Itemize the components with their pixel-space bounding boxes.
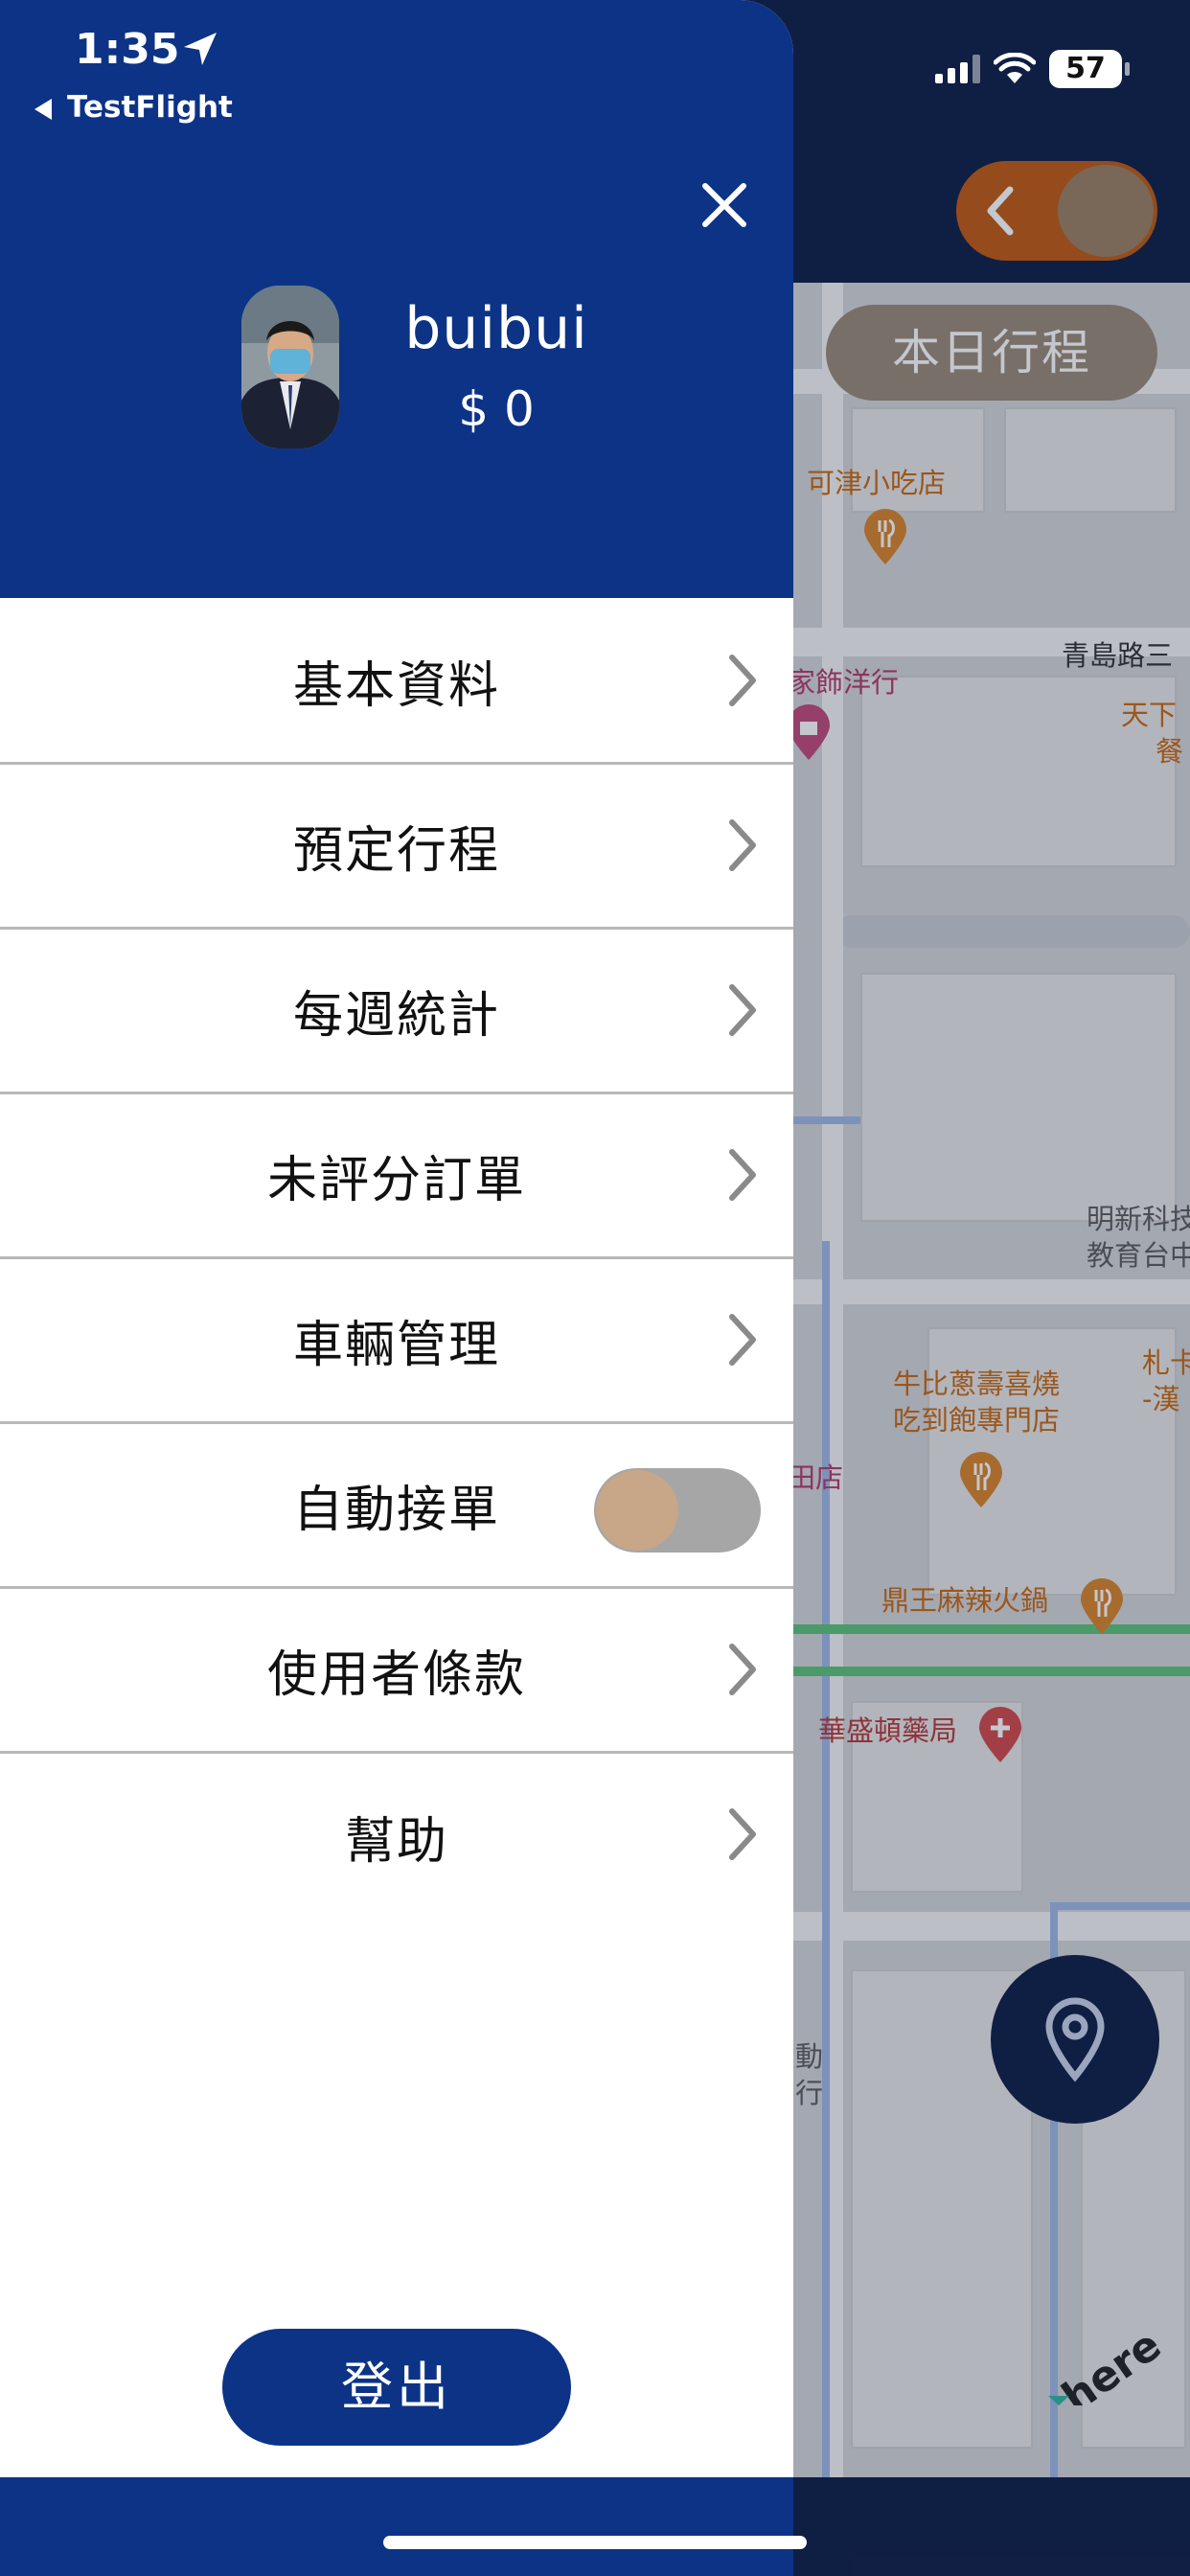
back-triangle-icon [34, 98, 52, 120]
toggle-knob [596, 1470, 678, 1551]
username: buibui [404, 295, 588, 362]
chevron-right-icon [729, 1644, 756, 1695]
chevron-right-icon [729, 1149, 756, 1201]
back-to-app-link[interactable]: TestFlight [34, 90, 233, 125]
menu-item-unrated-orders[interactable]: 未評分訂單 [0, 1094, 793, 1259]
menu-item-label: 每週統計 [292, 987, 500, 1045]
menu-item-label: 幫助 [344, 1812, 448, 1871]
auto-accept-toggle[interactable] [594, 1468, 761, 1552]
menu-item-auto-accept: 自動接單 [0, 1424, 793, 1589]
battery-indicator: 57 [1049, 50, 1130, 88]
cellular-signal-icon [935, 55, 980, 83]
menu-item-help[interactable]: 幫助 [0, 1754, 793, 1919]
menu-item-label: 預定行程 [292, 822, 500, 880]
close-icon[interactable] [696, 176, 753, 234]
menu-item-weekly-stats[interactable]: 每週統計 [0, 930, 793, 1094]
logout-button[interactable]: 登出 [222, 2329, 571, 2446]
menu-item-label: 車輛管理 [292, 1317, 500, 1374]
back-app-label: TestFlight [67, 90, 233, 125]
menu-item-scheduled-trips[interactable]: 預定行程 [0, 765, 793, 930]
drawer-menu: 基本資料 預定行程 每週統計 未評分訂單 車輛管理 自動接單 使用者條款 幫助 [0, 600, 793, 1919]
menu-item-label: 自動接單 [292, 1482, 500, 1539]
menu-item-label: 基本資料 [292, 657, 500, 715]
home-indicator[interactable] [383, 2536, 807, 2549]
menu-item-label: 使用者條款 [266, 1646, 526, 1704]
status-time: 1:35 [75, 25, 180, 74]
chevron-right-icon [729, 984, 756, 1036]
chevron-right-icon [729, 819, 756, 871]
menu-item-terms[interactable]: 使用者條款 [0, 1589, 793, 1754]
menu-item-profile[interactable]: 基本資料 [0, 600, 793, 765]
chevron-right-icon [729, 1808, 756, 1860]
chevron-right-icon [729, 655, 756, 706]
location-arrow-icon [184, 33, 217, 65]
status-icons: 57 [935, 50, 1130, 88]
drawer-footer [0, 2477, 793, 2576]
menu-item-label: 未評分訂單 [266, 1152, 526, 1209]
side-drawer: buibui $ 0 基本資料 預定行程 每週統計 未評分訂單 車輛管理 自動接… [0, 0, 793, 2576]
wifi-icon [994, 53, 1036, 83]
chevron-right-icon [729, 1314, 756, 1366]
menu-item-vehicle-management[interactable]: 車輛管理 [0, 1259, 793, 1424]
balance: $ 0 [458, 381, 535, 437]
